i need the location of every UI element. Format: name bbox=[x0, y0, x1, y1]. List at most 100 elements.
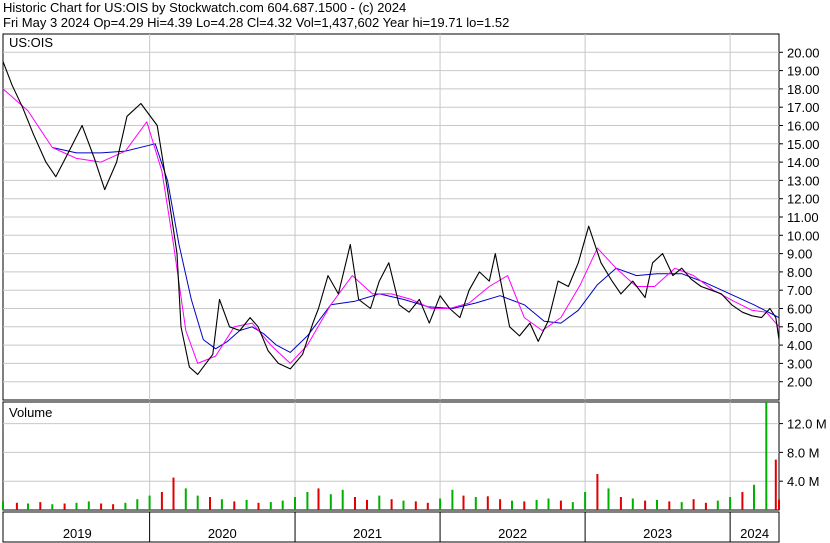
price-tick-label: 20.00 bbox=[787, 45, 820, 60]
volume-bar bbox=[523, 501, 526, 510]
volume-bar bbox=[778, 499, 780, 510]
symbol-label: US:OIS bbox=[9, 35, 53, 50]
volume-bar bbox=[656, 499, 658, 510]
volume-bar bbox=[547, 498, 550, 510]
price-tick-label: 11.00 bbox=[787, 210, 819, 225]
volume-bar bbox=[451, 489, 454, 510]
volume-panel-frame bbox=[2, 401, 780, 511]
volume-bar bbox=[774, 459, 777, 510]
volume-bar bbox=[354, 497, 356, 510]
volume-bar bbox=[486, 496, 489, 510]
volume-bar bbox=[136, 499, 139, 510]
volume-tick-label: 12.0 M bbox=[787, 417, 827, 432]
volume-bar bbox=[100, 503, 103, 510]
volume-bar bbox=[220, 499, 223, 510]
volume-bar bbox=[27, 503, 29, 510]
price-tick-label: 19.00 bbox=[787, 64, 820, 79]
year-label: 2021 bbox=[353, 526, 382, 541]
volume-bar bbox=[257, 502, 260, 510]
price-tick-label: 5.00 bbox=[787, 320, 812, 335]
volume-bar bbox=[39, 502, 42, 510]
year-label: 2019 bbox=[63, 526, 92, 541]
volume-tick-label: 8.0 M bbox=[787, 445, 820, 460]
volume-bar bbox=[619, 497, 622, 510]
volume-bar bbox=[51, 504, 54, 510]
volume-bar bbox=[2, 501, 4, 510]
volume-bar bbox=[644, 500, 647, 510]
volume-bar bbox=[329, 494, 332, 510]
volume-bar bbox=[317, 488, 320, 510]
volume-bar bbox=[439, 498, 442, 510]
price-tick-label: 6.00 bbox=[787, 302, 812, 317]
volume-bar bbox=[87, 501, 90, 510]
price-tick-label: 9.00 bbox=[787, 247, 812, 262]
volume-bar bbox=[281, 500, 284, 510]
volume-bar bbox=[402, 500, 405, 510]
volume-bar bbox=[559, 500, 562, 510]
price-tick-label: 16.00 bbox=[787, 119, 820, 134]
volume-bar bbox=[294, 497, 296, 510]
volume-bar bbox=[233, 501, 236, 510]
volume-bar bbox=[148, 495, 151, 510]
volume-axis: 12.0 M 8.0 M 4.0 M bbox=[779, 417, 827, 489]
volume-bar bbox=[196, 495, 199, 510]
volume-bar bbox=[499, 499, 502, 510]
volume-bar bbox=[75, 502, 78, 510]
volume-bar bbox=[753, 484, 755, 510]
volume-bar bbox=[692, 499, 695, 510]
volume-bar bbox=[184, 488, 187, 510]
year-label: 2020 bbox=[208, 526, 237, 541]
volume-bar bbox=[269, 502, 272, 510]
volume-bar bbox=[511, 500, 513, 510]
volume-bar bbox=[172, 477, 175, 510]
price-tick-label: 18.00 bbox=[787, 82, 820, 97]
volume-bar bbox=[680, 502, 683, 510]
volume-bar bbox=[462, 495, 465, 510]
volume-bar bbox=[160, 492, 163, 510]
price-tick-label: 2.00 bbox=[787, 375, 812, 390]
volume-bar bbox=[584, 492, 587, 510]
volume-bar bbox=[571, 502, 574, 510]
volume-bar bbox=[341, 489, 344, 510]
price-tick-label: 7.00 bbox=[787, 283, 812, 298]
volume-bar bbox=[378, 495, 381, 510]
price-tick-label: 14.00 bbox=[787, 155, 820, 170]
stock-chart: 20.00 19.00 18.00 17.00 16.00 15.00 14.00 13.00… bbox=[2, 33, 827, 543]
volume-bar bbox=[390, 499, 393, 510]
volume-bar bbox=[765, 402, 768, 510]
year-label: 2022 bbox=[498, 526, 527, 541]
volume-bar bbox=[704, 502, 707, 510]
volume-bar bbox=[306, 492, 309, 510]
year-label: 2024 bbox=[740, 526, 769, 541]
volume-bar bbox=[729, 497, 732, 510]
volume-bar bbox=[631, 498, 634, 510]
volume-bar bbox=[124, 502, 127, 510]
price-axis: 20.00 19.00 18.00 17.00 16.00 15.00 14.00 13.00… bbox=[779, 45, 820, 390]
volume-bar bbox=[112, 504, 115, 510]
volume-bar bbox=[15, 502, 18, 510]
volume-bar bbox=[366, 499, 368, 510]
volume-tick-label: 4.0 M bbox=[787, 474, 820, 489]
price-tick-label: 4.00 bbox=[787, 338, 812, 353]
price-tick-label: 13.00 bbox=[787, 173, 820, 188]
volume-bar bbox=[741, 492, 744, 510]
price-tick-label: 10.00 bbox=[787, 228, 820, 243]
price-tick-label: 15.00 bbox=[787, 137, 820, 152]
volume-bar bbox=[668, 501, 671, 510]
price-tick-label: 12.00 bbox=[787, 192, 820, 207]
volume-bar bbox=[474, 497, 477, 510]
year-label: 2023 bbox=[643, 526, 672, 541]
volume-label: Volume bbox=[9, 405, 52, 420]
price-grid bbox=[3, 34, 779, 400]
volume-bar bbox=[426, 502, 429, 510]
volume-bar bbox=[607, 488, 610, 510]
volume-bar bbox=[596, 474, 599, 510]
volume-bar bbox=[535, 499, 538, 510]
volume-bar bbox=[414, 501, 417, 510]
volume-bar bbox=[716, 500, 719, 510]
volume-bar bbox=[63, 503, 66, 510]
price-tick-label: 8.00 bbox=[787, 265, 812, 280]
volume-bar bbox=[209, 497, 211, 510]
price-tick-label: 3.00 bbox=[787, 356, 812, 371]
volume-bar bbox=[245, 499, 248, 510]
